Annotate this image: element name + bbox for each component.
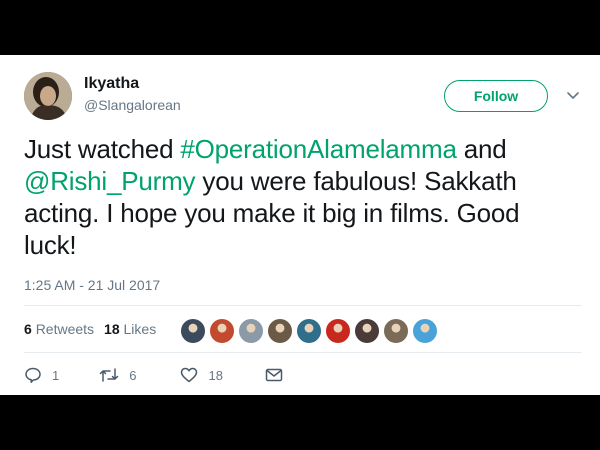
tweet-text-part: and (456, 134, 507, 164)
likes-count: 18 (104, 321, 120, 337)
liker-avatar[interactable] (354, 318, 380, 344)
chevron-down-icon[interactable] (566, 89, 580, 103)
tweet-text-part: Just watched (24, 134, 181, 164)
direct-message-button[interactable] (265, 367, 283, 383)
hashtag-link[interactable]: #OperationAlamelamma (180, 134, 457, 164)
reply-count: 1 (52, 367, 60, 383)
liker-avatar[interactable] (325, 318, 351, 344)
reply-button[interactable]: 1 (24, 366, 59, 384)
display-name[interactable]: Ikyatha (84, 75, 139, 93)
like-button[interactable]: 18 (180, 366, 223, 384)
user-handle[interactable]: @Slangalorean (84, 97, 181, 113)
divider (24, 305, 582, 306)
avatar[interactable] (24, 72, 72, 120)
divider (24, 352, 582, 353)
envelope-icon (265, 368, 283, 382)
liker-avatar[interactable] (383, 318, 409, 344)
avatar-image (24, 72, 72, 120)
reply-icon (25, 367, 41, 383)
tweet-text: Just watched #OperationAlamelamma and @R… (24, 133, 576, 261)
tweet-actions: 1 6 18 (24, 366, 283, 384)
liker-avatar[interactable] (238, 318, 264, 344)
retweet-button[interactable]: 6 (99, 366, 136, 384)
retweet-count: 6 (129, 367, 137, 383)
likes-stat[interactable]: 18 Likes (104, 321, 156, 337)
retweets-stat[interactable]: 6 Retweets (24, 321, 94, 337)
mention-link[interactable]: @Rishi_Purmy (24, 166, 196, 196)
tweet-timestamp[interactable]: 1:25 AM - 21 Jul 2017 (24, 277, 160, 293)
heart-icon (181, 367, 198, 383)
follow-button[interactable]: Follow (444, 80, 548, 112)
retweets-count: 6 (24, 321, 32, 337)
likes-label: Likes (123, 321, 157, 337)
liker-avatar[interactable] (296, 318, 322, 344)
retweet-icon (99, 368, 119, 382)
tweet-card: Ikyatha @Slangalorean Follow Just watche… (0, 55, 600, 395)
like-count: 18 (208, 367, 223, 383)
liker-avatar[interactable] (209, 318, 235, 344)
likers-avatars (180, 318, 438, 344)
liker-avatar[interactable] (267, 318, 293, 344)
liker-avatar[interactable] (180, 318, 206, 344)
retweets-label: Retweets (35, 321, 95, 337)
tweet-stats: 6 Retweets 18 Likes (24, 321, 156, 337)
liker-avatar[interactable] (412, 318, 438, 344)
